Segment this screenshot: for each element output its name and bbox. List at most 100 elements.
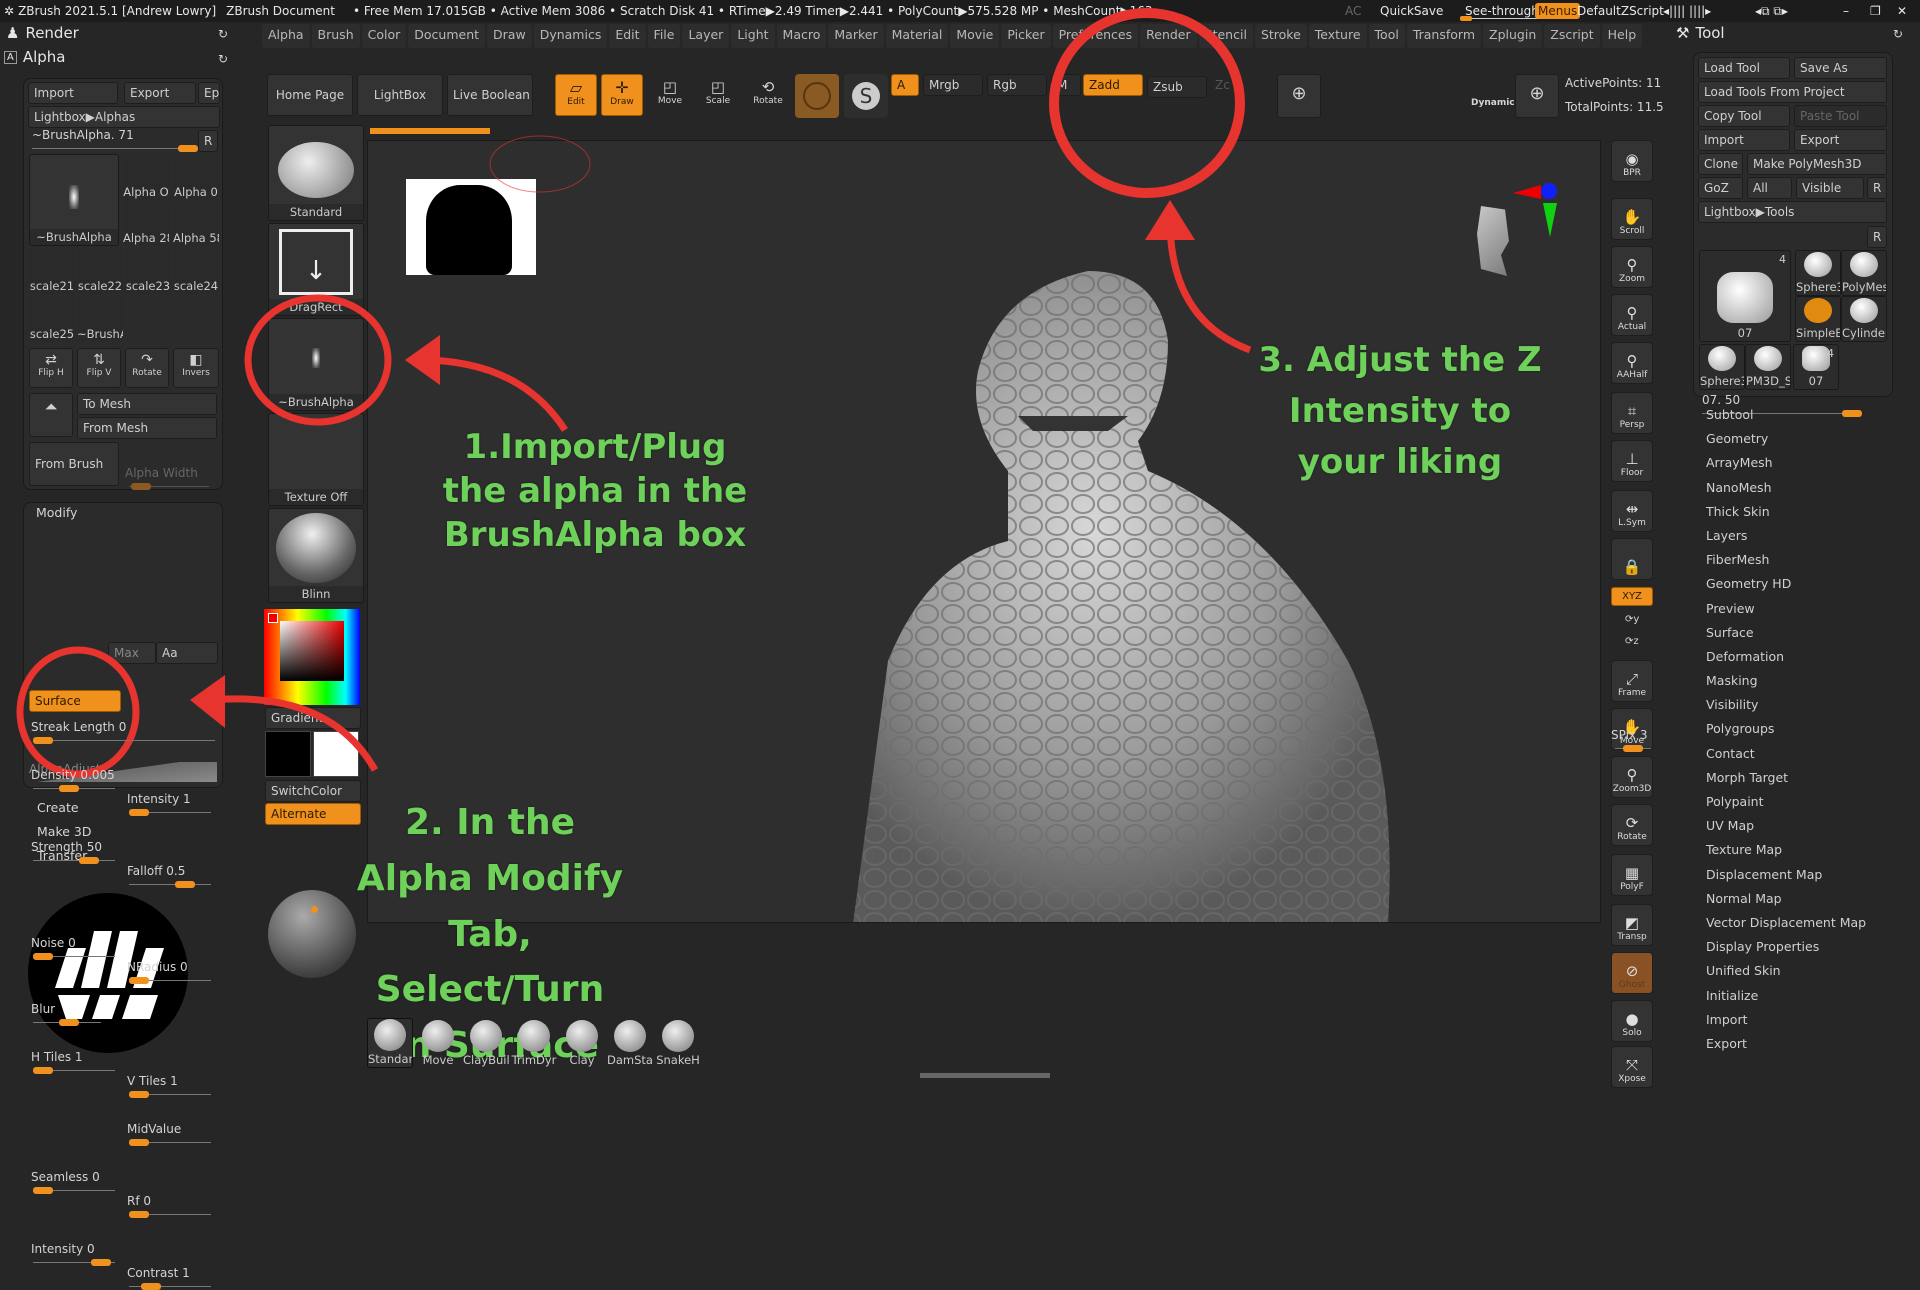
tool-menu-deformation[interactable]: Deformation — [1706, 649, 1866, 673]
persp-button[interactable]: ⌗ Persp — [1611, 392, 1653, 434]
seamless-slider[interactable]: Seamless 0 — [29, 1170, 119, 1194]
falloff-slider[interactable]: Falloff 0.5 — [125, 864, 215, 888]
draw-button[interactable]: ✛ Draw — [601, 74, 643, 116]
tool-menu-subtool[interactable]: Subtool — [1706, 407, 1866, 431]
lightbox-alphas-button[interactable]: Lightbox▶Alphas — [28, 106, 220, 128]
tool-r-button[interactable]: R — [1867, 226, 1887, 248]
menu-stencil[interactable]: Stencil — [1198, 24, 1253, 48]
tool-menu-export[interactable]: Export — [1706, 1036, 1866, 1060]
tool-thumb[interactable]: PolyMes — [1841, 250, 1887, 296]
lightbox-button[interactable]: LightBox — [357, 74, 443, 116]
menu-transform[interactable]: Transform — [1406, 24, 1482, 48]
menu-marker[interactable]: Marker — [828, 24, 884, 48]
ghost-button[interactable]: ⊘ Ghost — [1611, 952, 1653, 994]
visible-button[interactable]: Visible — [1796, 177, 1864, 199]
tool-menu-arraymesh[interactable]: ArrayMesh — [1706, 455, 1866, 479]
menu-light[interactable]: Light — [731, 24, 775, 48]
reference-image[interactable] — [406, 179, 536, 275]
alpha-thumb-alpha-o[interactable]: Alpha O — [123, 154, 169, 200]
main-color-swatch[interactable] — [265, 731, 311, 777]
minimize-button[interactable]: – — [1843, 4, 1849, 18]
goz-button[interactable]: GoZ — [1698, 177, 1743, 199]
move-button[interactable]: ◰ Move — [650, 78, 690, 106]
make3d-menu[interactable]: Make 3D — [37, 824, 91, 839]
tool-menu-vector-displacement-map[interactable]: Vector Displacement Map — [1706, 915, 1866, 939]
refresh-icon[interactable]: ↻ — [1893, 27, 1903, 41]
menu-texture[interactable]: Texture — [1308, 24, 1367, 48]
zcut-button[interactable]: Zc — [1215, 78, 1230, 92]
alpha-r-button[interactable]: R — [198, 130, 218, 152]
invers-button[interactable]: ◧ Invers — [173, 348, 219, 388]
tool-menu-unified-skin[interactable]: Unified Skin — [1706, 963, 1866, 987]
alpha-thumb-scale22[interactable]: scale22 — [77, 248, 123, 294]
quicksave-button[interactable]: QuickSave — [1380, 4, 1443, 18]
seethrough-knob[interactable] — [1460, 16, 1472, 21]
to-mesh-button[interactable]: To Mesh — [77, 393, 217, 415]
render-panel-header[interactable]: ♟ Render — [6, 24, 79, 42]
menu-layer[interactable]: Layer — [682, 24, 730, 48]
alpha-thumb-scale25[interactable]: scale25 — [29, 296, 75, 342]
tool-menu-initialize[interactable]: Initialize — [1706, 988, 1866, 1012]
tool-menu-contact[interactable]: Contact — [1706, 746, 1866, 770]
scroll-button[interactable]: ✋ Scroll — [1611, 198, 1653, 240]
tool-thumb[interactable]: 07 4 — [1793, 344, 1839, 390]
contrast-slider[interactable]: Contrast 1 — [125, 1266, 215, 1290]
flip-h-button[interactable]: ⇄ Flip H — [29, 348, 73, 388]
tool-menu-preview[interactable]: Preview — [1706, 601, 1866, 625]
tool-menu-displacement-map[interactable]: Displacement Map — [1706, 867, 1866, 891]
lock-camera-button[interactable]: 🔒 — [1611, 538, 1653, 580]
zoom3d-button[interactable]: ⚲ Zoom3D — [1611, 756, 1653, 798]
menu-zscript[interactable]: Zscript — [1544, 24, 1600, 48]
dynamic-size-button[interactable]: ⊕ — [1515, 74, 1559, 118]
dynamic-toggle[interactable]: Dynamic — [1471, 98, 1515, 108]
htiles-slider[interactable]: H Tiles 1 — [29, 1050, 119, 1074]
bpr-button[interactable]: ◉ BPR — [1611, 140, 1653, 182]
refresh-icon[interactable]: ↻ — [218, 52, 228, 66]
tool-thumb[interactable]: PM3D_S — [1745, 344, 1791, 390]
modify-title[interactable]: Modify — [36, 505, 77, 520]
tool-menu-normal-map[interactable]: Normal Map — [1706, 891, 1866, 915]
strength-slider[interactable]: Strength 50 — [29, 840, 119, 864]
tool-menu-morph-target[interactable]: Morph Target — [1706, 770, 1866, 794]
load-tool-button[interactable]: Load Tool — [1698, 57, 1790, 79]
tool-menu-display-properties[interactable]: Display Properties — [1706, 939, 1866, 963]
live-boolean-button[interactable]: Live Boolean — [447, 74, 533, 116]
actual-button[interactable]: ⚲ Actual — [1611, 294, 1653, 336]
tool-thumb[interactable]: Sphere3 — [1699, 344, 1745, 390]
tool-panel-header[interactable]: ⚒ Tool — [1676, 24, 1725, 42]
color-mode-button[interactable]: S — [844, 74, 888, 118]
rgb-button[interactable]: Rgb — [987, 74, 1047, 96]
density-slider[interactable]: Density 0.005 — [29, 768, 119, 792]
brush-thumbnail[interactable]: Standard — [268, 125, 364, 221]
tool-menu-thick-skin[interactable]: Thick Skin — [1706, 504, 1866, 528]
alpha-main-thumbnail[interactable]: ~BrushAlpha — [29, 154, 119, 246]
home-page-button[interactable]: Home Page — [267, 74, 353, 116]
menu-edit[interactable]: Edit — [609, 24, 646, 48]
midvalue-slider[interactable]: MidValue — [125, 1122, 215, 1146]
menus-button[interactable]: Menus — [1535, 3, 1581, 19]
brush-quick-3[interactable]: TrimDyr — [511, 1018, 557, 1068]
rf-slider[interactable]: Rf 0 — [125, 1194, 215, 1218]
gradient-button[interactable]: Gradient — [265, 707, 361, 729]
menu-draw[interactable]: Draw — [487, 24, 532, 48]
tool-thumb[interactable]: SimpleB — [1795, 296, 1841, 342]
zsub-button[interactable]: Zsub — [1147, 76, 1207, 98]
menu-stroke[interactable]: Stroke — [1254, 24, 1307, 48]
undo-history-bar[interactable] — [370, 128, 490, 134]
streak-slider[interactable]: Streak Length 0 — [29, 720, 219, 744]
ui-swap-icon[interactable]: ◂⧉ ⧉▸ — [1755, 4, 1788, 19]
brush-quick-4[interactable]: Clay — [559, 1018, 605, 1068]
menu-help[interactable]: Help — [1601, 24, 1643, 48]
alpha-export-button[interactable]: Export — [124, 82, 196, 104]
blur-slider[interactable]: Blur — [29, 1002, 105, 1026]
bottom-resize-handle[interactable] — [920, 1073, 1050, 1078]
flip-v-button[interactable]: ⇅ Flip V — [77, 348, 121, 388]
brush-quick-6[interactable]: SnakeH — [655, 1018, 701, 1068]
tool-menu-polypaint[interactable]: Polypaint — [1706, 794, 1866, 818]
m-button[interactable]: M — [1051, 74, 1081, 96]
menu-preferences[interactable]: Preferences — [1052, 24, 1139, 48]
menu-color[interactable]: Color — [361, 24, 407, 48]
tool-menu-geometry-hd[interactable]: Geometry HD — [1706, 576, 1866, 600]
tool-menu-layers[interactable]: Layers — [1706, 528, 1866, 552]
menu-alpha[interactable]: Alpha — [262, 24, 310, 48]
